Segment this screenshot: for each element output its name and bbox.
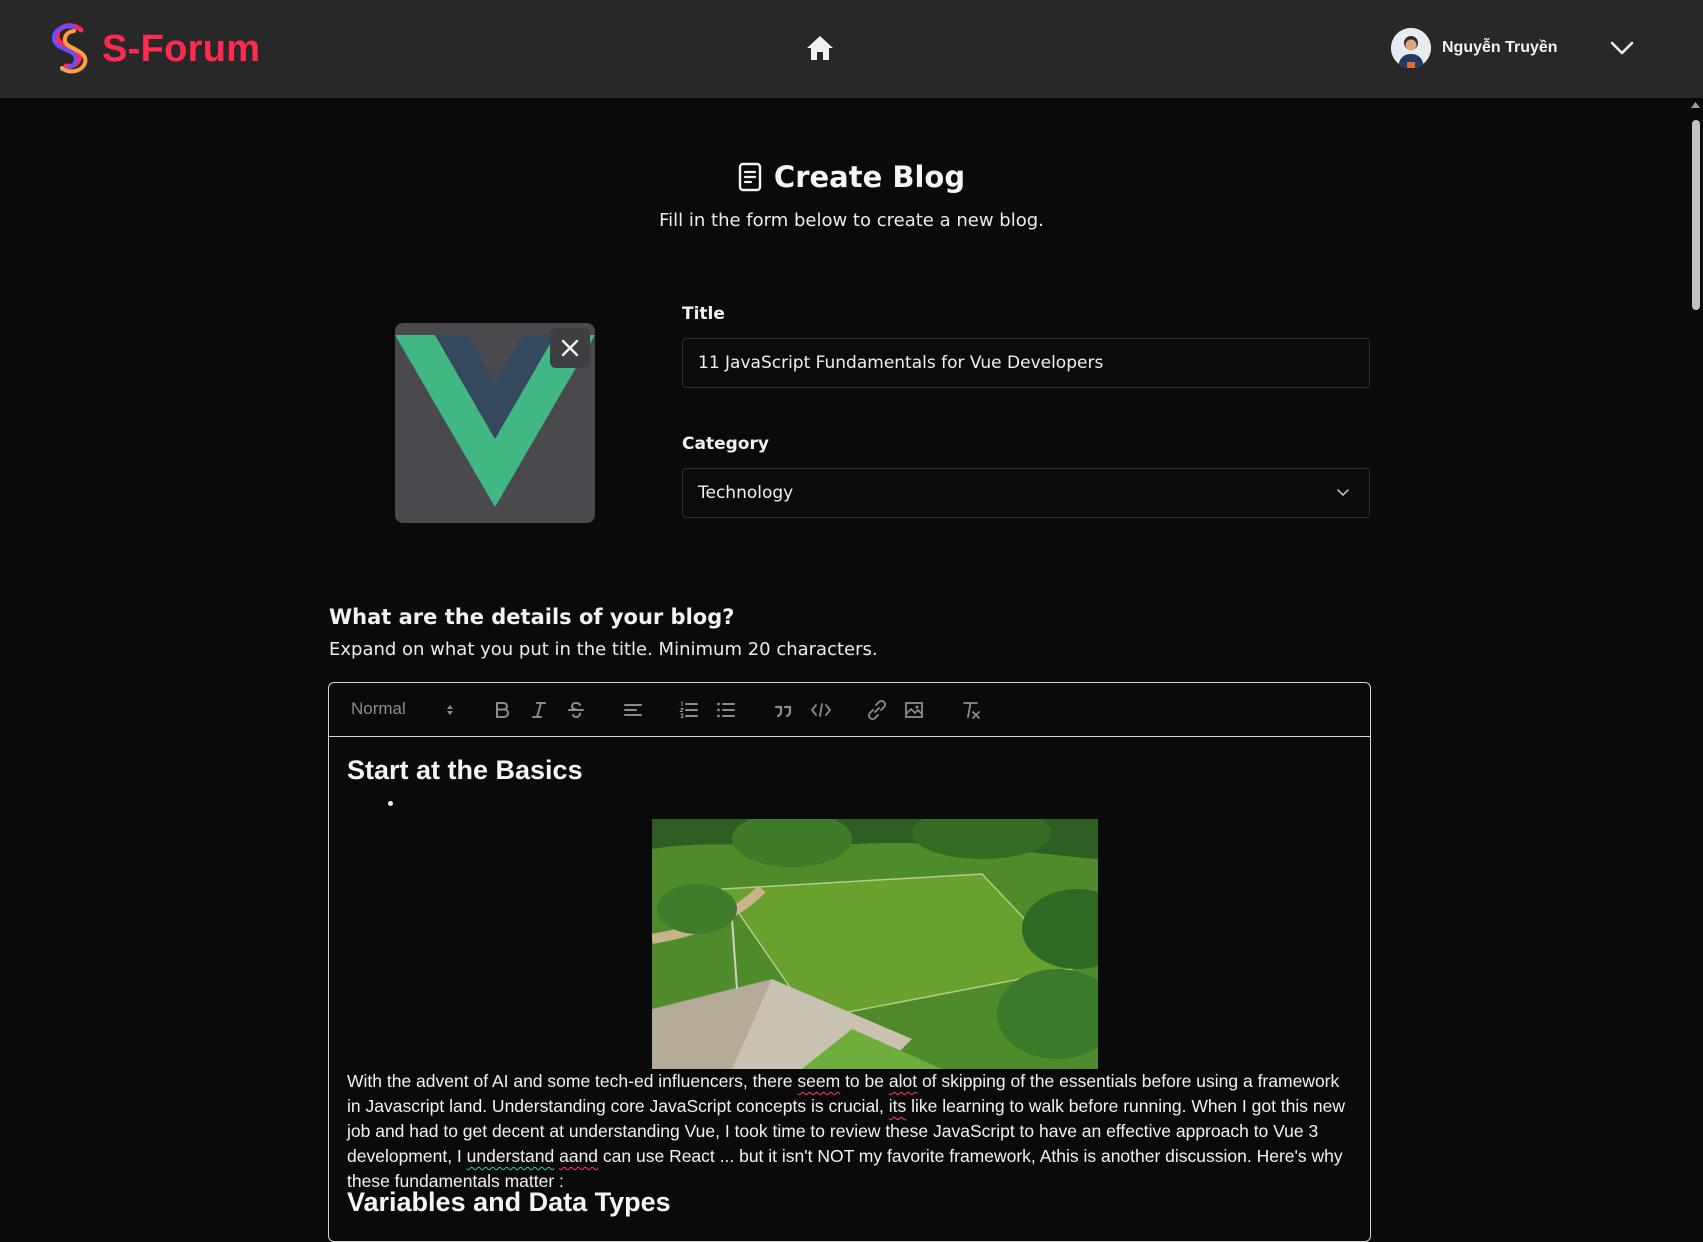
align-button[interactable] <box>622 699 644 721</box>
user-menu[interactable]: Nguyễn Truyền <box>1391 28 1558 68</box>
title-label: Title <box>682 304 725 324</box>
spelling-error[interactable]: aand <box>559 1146 598 1166</box>
category-label: Category <box>682 434 769 454</box>
logo[interactable]: S-Forum <box>48 22 260 76</box>
empty-list-bullet <box>388 801 393 806</box>
chevron-down-icon[interactable] <box>1610 41 1634 55</box>
content-paragraph: With the advent of AI and some tech-ed i… <box>347 1069 1357 1194</box>
bold-icon <box>496 702 510 718</box>
content-image <box>652 819 1098 1069</box>
close-icon <box>561 339 579 357</box>
paragraph-text: With the advent of AI and some tech-ed i… <box>347 1071 798 1091</box>
home-icon <box>807 36 833 60</box>
document-icon <box>738 162 762 192</box>
avatar <box>1391 28 1431 68</box>
details-hint: Expand on what you put in the title. Min… <box>329 639 878 660</box>
app-name: S-Forum <box>102 27 261 70</box>
quote-icon <box>774 705 792 718</box>
rich-text-editor: Normal Start at the Basics With the adve… <box>328 682 1371 1242</box>
spelling-error[interactable]: its <box>889 1096 907 1116</box>
italic-button[interactable] <box>528 699 550 721</box>
details-heading: What are the details of your blog? <box>329 605 735 629</box>
user-avatar-icon <box>1391 28 1431 68</box>
scroll-up-arrow-icon[interactable] <box>1690 100 1701 110</box>
content-heading-1: Start at the Basics <box>347 755 583 785</box>
code-block-button[interactable] <box>810 699 832 721</box>
ordered-list-button[interactable] <box>678 699 700 721</box>
page-subtitle: Fill in the form below to create a new b… <box>659 210 1044 231</box>
format-select[interactable]: Normal <box>351 699 406 719</box>
link-icon <box>867 699 887 721</box>
select-arrows-icon[interactable] <box>446 703 454 717</box>
home-button[interactable] <box>805 34 835 62</box>
clear-format-icon <box>963 702 980 719</box>
strikethrough-icon <box>568 701 584 719</box>
spelling-error[interactable]: alot <box>889 1071 917 1091</box>
bold-button[interactable] <box>491 699 513 721</box>
italic-icon <box>532 702 546 718</box>
content-heading-2: Variables and Data Types <box>347 1187 671 1217</box>
top-navbar: S-Forum Nguyễn Truyền <box>0 0 1703 98</box>
page-header: Create Blog Fill in the form below to cr… <box>0 160 1703 231</box>
s-forum-logo-icon <box>51 23 88 74</box>
remove-thumbnail-button[interactable] <box>550 328 590 368</box>
user-name: Nguyễn Truyền <box>1442 39 1558 56</box>
blockquote-button[interactable] <box>772 699 794 721</box>
code-icon <box>810 703 832 717</box>
page-title: Create Blog <box>773 160 966 194</box>
image-button[interactable] <box>903 699 925 721</box>
align-left-icon <box>624 704 642 716</box>
bullet-list-icon <box>717 702 735 718</box>
image-icon <box>905 702 923 718</box>
select-chevron-icon[interactable] <box>1336 488 1350 497</box>
strike-button[interactable] <box>565 699 587 721</box>
editor-toolbar: Normal <box>329 683 1370 737</box>
category-select[interactable]: Technology <box>682 468 1370 518</box>
grammar-suggestion[interactable]: understand <box>467 1146 555 1166</box>
garden-lawn-image <box>652 819 1098 1069</box>
ordered-list-icon <box>679 701 698 719</box>
title-input[interactable]: 11 JavaScript Fundamentals for Vue Devel… <box>682 338 1370 388</box>
clear-format-button[interactable] <box>960 699 982 721</box>
spelling-error[interactable]: seem <box>797 1071 840 1091</box>
bullet-list-button[interactable] <box>715 699 737 721</box>
editor-content[interactable]: Start at the Basics With the advent of A… <box>347 755 1357 1217</box>
paragraph-text: to be <box>840 1071 889 1091</box>
link-button[interactable] <box>866 699 888 721</box>
